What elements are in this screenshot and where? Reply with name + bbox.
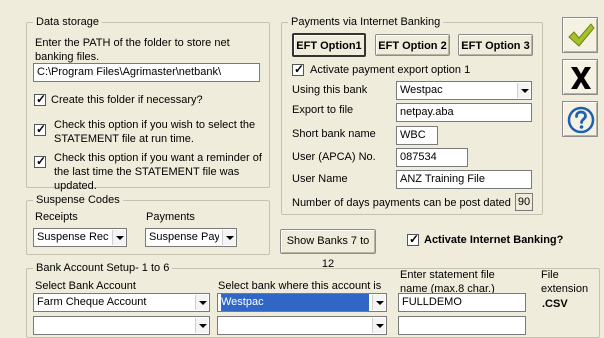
suspense-codes-title: Suspense Codes [33, 193, 123, 207]
close-icon [571, 67, 591, 89]
account-select-row1[interactable]: Farm Cheque Account [33, 293, 210, 312]
extension-label: File extension [541, 269, 589, 295]
show-banks-button[interactable]: Show Banks 7 to 12 [280, 229, 376, 270]
statement-file-label: Enter statement file name (max.8 char.) [400, 269, 495, 295]
payments-title: Payments via Internet Banking [288, 15, 444, 29]
statement-file-row1[interactable]: FULLDEMO [398, 293, 526, 312]
using-bank-select-value: Westpac [400, 84, 443, 96]
select-bank-label: Select bank where this account is [218, 280, 382, 292]
bank-select-row2[interactable] [217, 316, 387, 335]
extension-row1: .CSV [542, 298, 568, 310]
check-mark-icon: ✓ [36, 154, 47, 168]
account-select-row1-value: Farm Cheque Account [37, 296, 147, 308]
select-statement-label: Check this option if you wish to select … [54, 119, 256, 145]
payments-select-value: Suspense Payme [149, 231, 219, 243]
create-folder-label: Create this folder if necessary? [51, 94, 203, 106]
payments-select[interactable]: Suspense Payme [145, 228, 237, 247]
chevron-down-icon[interactable] [195, 318, 208, 333]
check-mark-icon: ✓ [36, 92, 47, 106]
path-input[interactable]: C:\Program Files\Agrimaster\netbank\ [33, 63, 260, 82]
user-apca-input[interactable]: 087534 [396, 148, 468, 167]
export-file-label: Export to file [292, 104, 354, 116]
short-bank-input[interactable]: WBC [396, 126, 438, 145]
chevron-down-icon[interactable] [372, 318, 385, 333]
bank-setup-title: Bank Account Setup- 1 to 6 [33, 261, 173, 275]
select-account-label: Select Bank Account [35, 280, 136, 292]
user-apca-label: User (APCA) No. [292, 151, 376, 163]
receipts-label: Receipts [35, 211, 78, 223]
check-mark-icon: ✓ [36, 122, 47, 136]
tab-eft-option-3[interactable]: EFT Option 3 [458, 34, 533, 56]
chevron-down-icon[interactable] [517, 83, 530, 98]
statement-file-row2[interactable] [398, 316, 526, 335]
bank-select-row1[interactable]: Westpac [217, 293, 387, 312]
activate-export-checkbox[interactable]: ✓ [292, 62, 305, 76]
chevron-down-icon[interactable] [222, 230, 235, 245]
ok-button[interactable] [562, 17, 598, 53]
receipts-select[interactable]: Suspense Receipt [33, 228, 127, 247]
using-bank-label: Using this bank [292, 84, 368, 96]
chevron-down-icon[interactable] [195, 295, 208, 310]
receipts-select-value: Suspense Receipt [37, 231, 109, 243]
user-name-input[interactable]: ANZ Training File [396, 170, 532, 189]
help-icon [567, 106, 595, 134]
tab-eft-option-2[interactable]: EFT Option 2 [375, 34, 450, 56]
chevron-down-icon[interactable] [112, 230, 125, 245]
path-label: Enter the PATH of the folder to store ne… [35, 37, 230, 63]
create-folder-checkbox[interactable]: ✓ [34, 92, 47, 106]
payments-label: Payments [146, 211, 195, 223]
user-name-label: User Name [292, 173, 348, 185]
bank-select-row1-value: Westpac [221, 294, 369, 311]
data-storage-title: Data storage [33, 15, 102, 29]
select-statement-checkbox[interactable]: ✓ [34, 122, 47, 136]
reminder-checkbox[interactable]: ✓ [34, 154, 47, 168]
activate-internet-label: Activate Internet Banking? [424, 234, 564, 246]
tab-eft-option-1[interactable]: EFT Option1 [292, 33, 366, 57]
help-button[interactable] [562, 101, 598, 137]
check-mark-icon: ✓ [294, 62, 305, 76]
export-file-input[interactable]: netpay.aba [396, 103, 532, 122]
activate-export-label: Activate payment export option 1 [310, 64, 471, 76]
chevron-down-icon[interactable] [372, 295, 385, 310]
check-mark-icon: ✓ [409, 232, 420, 246]
reminder-label: Check this option if you want a reminder… [54, 152, 262, 192]
days-label: Number of days payments can be post date… [292, 197, 511, 209]
check-icon [568, 23, 595, 47]
short-bank-label: Short bank name [292, 128, 376, 140]
days-value[interactable]: 90 [515, 193, 533, 211]
activate-internet-checkbox[interactable]: ✓ [407, 232, 420, 246]
account-select-row2[interactable] [33, 316, 210, 335]
cancel-button[interactable] [562, 59, 598, 95]
using-bank-select[interactable]: Westpac [396, 81, 532, 100]
